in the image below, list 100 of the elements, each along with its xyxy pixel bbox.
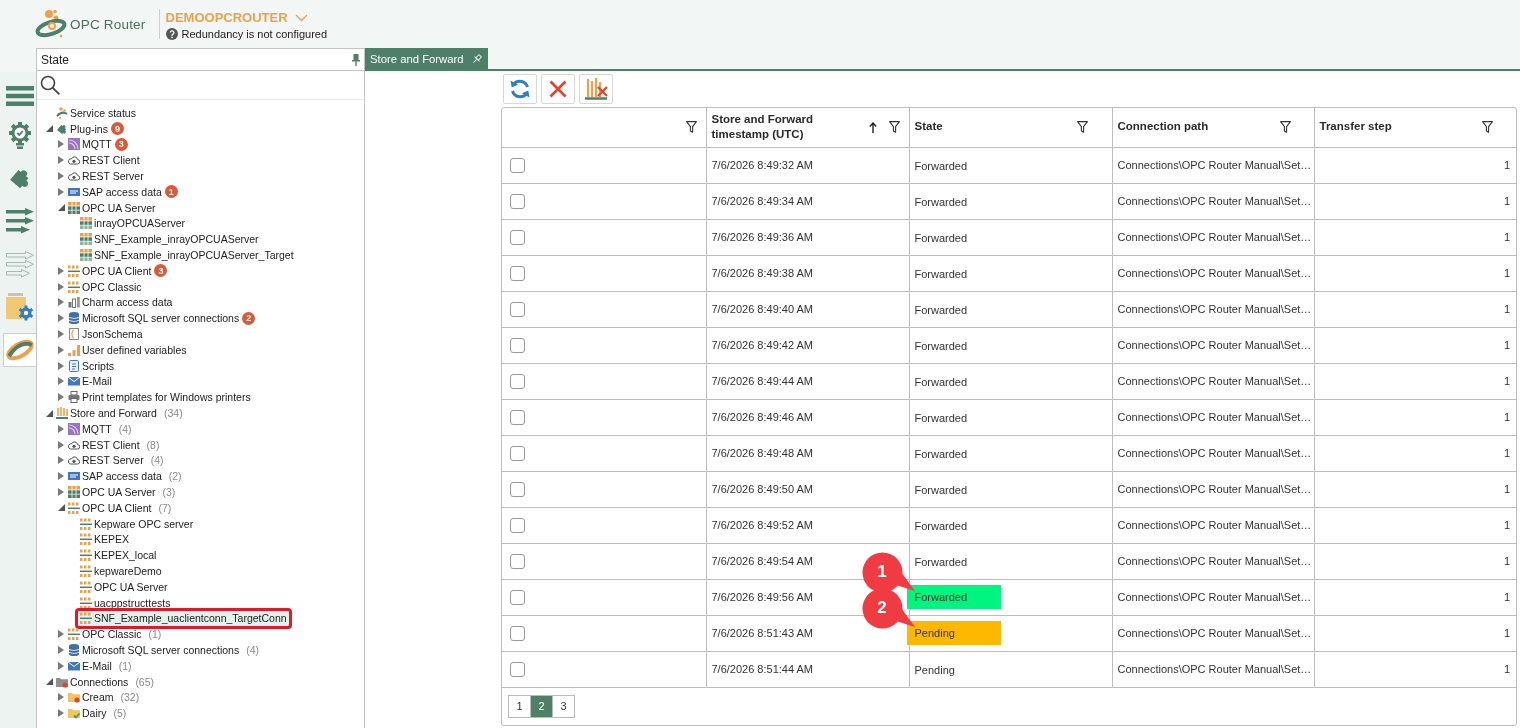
sidebar-button[interactable]: [3, 290, 36, 324]
collapsed-caret-icon[interactable]: [57, 393, 64, 402]
tree-item[interactable]: SNF_Example_inrayOPCUAServer: [79, 231, 260, 247]
sidebar-button[interactable]: [3, 333, 36, 367]
tree-item[interactable]: KEPEX_local: [79, 547, 158, 563]
tree-item[interactable]: SNF_Example_uaclientconn_TargetConn: [79, 610, 288, 626]
tree-item[interactable]: MQTT: [67, 137, 113, 152]
tree-item[interactable]: Store and Forward: [55, 405, 158, 421]
expanded-caret-icon[interactable]: [45, 125, 53, 133]
tree-item[interactable]: OPC UA Server: [67, 484, 157, 500]
row-checkbox[interactable]: [510, 157, 525, 173]
tree-item[interactable]: Kepware OPC server: [79, 516, 195, 532]
tree-item[interactable]: Plug-ins: [55, 121, 109, 137]
collapsed-caret-icon[interactable]: [57, 345, 64, 354]
tree-item[interactable]: User defined variables: [67, 342, 188, 358]
tree-item[interactable]: SNF_Example_inrayOPCUAServer_Target: [79, 247, 295, 263]
tab[interactable]: Store and Forward: [365, 48, 488, 69]
collapsed-caret-icon[interactable]: [57, 488, 64, 496]
tree-item[interactable]: OPC Classic: [67, 279, 143, 295]
tree-item[interactable]: OPC UA Server: [79, 579, 169, 595]
row-checkbox[interactable]: [510, 229, 525, 245]
sort-ascending-icon[interactable]: [868, 121, 877, 133]
tree-item[interactable]: Microsoft SQL server connections: [67, 642, 241, 658]
column-title[interactable]: Store and Forward timestamp (UTC): [711, 111, 857, 143]
tree-item[interactable]: Cream: [67, 689, 115, 705]
collapsed-caret-icon[interactable]: [57, 630, 64, 639]
tree-item[interactable]: REST Client: [67, 152, 141, 168]
tree-item[interactable]: E-Mail: [67, 658, 113, 674]
collapsed-caret-icon[interactable]: [57, 377, 64, 386]
column-title[interactable]: State: [914, 119, 1065, 135]
row-checkbox[interactable]: [510, 445, 525, 461]
page-button[interactable]: 3: [552, 694, 575, 718]
collapsed-caret-icon[interactable]: [57, 140, 64, 149]
pin-icon[interactable]: [352, 53, 360, 66]
row-checkbox[interactable]: [510, 553, 525, 569]
tree-item[interactable]: REST Client: [67, 437, 141, 453]
tree-item[interactable]: OPC UA Server: [67, 200, 157, 216]
tree-item[interactable]: SAP access data: [67, 468, 163, 484]
collapsed-caret-icon[interactable]: [57, 266, 64, 275]
tree-item[interactable]: inrayOPCUAServer: [79, 215, 187, 231]
tree-item[interactable]: Connections: [55, 674, 130, 690]
row-checkbox[interactable]: [510, 661, 525, 677]
filter-icon[interactable]: [1481, 121, 1493, 134]
collapsed-caret-icon[interactable]: [57, 330, 64, 339]
pin-icon[interactable]: [471, 53, 482, 64]
filter-icon[interactable]: [685, 121, 697, 134]
collapsed-caret-icon[interactable]: [57, 472, 64, 481]
tree-item[interactable]: JsonSchema: [67, 326, 144, 342]
collapsed-caret-icon[interactable]: [57, 298, 64, 307]
row-checkbox[interactable]: [510, 193, 525, 209]
refresh-button[interactable]: [503, 74, 537, 104]
row-checkbox[interactable]: [510, 517, 525, 533]
collapsed-caret-icon[interactable]: [57, 172, 64, 181]
tree-item[interactable]: Scripts: [67, 358, 116, 374]
collapsed-caret-icon[interactable]: [57, 661, 64, 670]
tree-item[interactable]: Dairy: [67, 705, 108, 721]
row-checkbox[interactable]: [510, 409, 525, 425]
filter-icon[interactable]: [1279, 121, 1291, 134]
row-checkbox[interactable]: [510, 265, 525, 281]
collapsed-caret-icon[interactable]: [57, 282, 64, 291]
row-checkbox[interactable]: [510, 589, 525, 605]
column-title[interactable]: Connection path: [1117, 119, 1268, 135]
tree-item[interactable]: MQTT: [67, 421, 113, 437]
tree-item[interactable]: OPC UA Client: [67, 500, 153, 516]
page-button[interactable]: 2: [530, 694, 553, 718]
collapsed-caret-icon[interactable]: [57, 709, 64, 718]
tree-item[interactable]: Print templates for Windows printers: [67, 389, 252, 405]
tree-item[interactable]: E-Mail: [67, 373, 113, 389]
tree-item[interactable]: Service status: [55, 105, 137, 121]
collapsed-caret-icon[interactable]: [57, 424, 64, 433]
filter-icon[interactable]: [1076, 121, 1088, 134]
tree-item[interactable]: OPC UA Client: [67, 263, 153, 279]
row-checkbox[interactable]: [510, 373, 525, 389]
expanded-caret-icon[interactable]: [57, 504, 65, 512]
tree-item[interactable]: REST Server: [67, 452, 145, 468]
tree-item[interactable]: SAP access data: [67, 184, 163, 200]
row-checkbox[interactable]: [510, 481, 525, 497]
collapsed-caret-icon[interactable]: [57, 440, 64, 449]
row-checkbox[interactable]: [510, 337, 525, 353]
row-checkbox[interactable]: [510, 625, 525, 641]
tree-item[interactable]: uacppstructtests: [79, 595, 172, 611]
expanded-caret-icon[interactable]: [45, 409, 53, 417]
column-title[interactable]: Transfer step: [1319, 119, 1470, 135]
clear-chart-button[interactable]: [579, 74, 613, 104]
tree-item[interactable]: OPC Classic: [67, 626, 143, 642]
collapsed-caret-icon[interactable]: [57, 646, 64, 654]
tree-item[interactable]: Microsoft SQL server connections: [67, 310, 241, 326]
tree-item[interactable]: KEPEX: [79, 531, 131, 547]
expanded-caret-icon[interactable]: [57, 204, 65, 212]
collapsed-caret-icon[interactable]: [57, 187, 64, 196]
tree-item[interactable]: Charm access data: [67, 294, 174, 310]
row-checkbox[interactable]: [510, 301, 525, 317]
collapsed-caret-icon[interactable]: [57, 693, 64, 702]
tree-item[interactable]: REST Server: [67, 168, 145, 184]
collapsed-caret-icon[interactable]: [57, 314, 64, 323]
collapsed-caret-icon[interactable]: [57, 361, 64, 370]
filter-icon[interactable]: [888, 121, 900, 134]
tree-item[interactable]: kepwareDemo: [79, 563, 163, 579]
page-button[interactable]: 1: [508, 694, 531, 718]
delete-button[interactable]: [541, 74, 575, 104]
